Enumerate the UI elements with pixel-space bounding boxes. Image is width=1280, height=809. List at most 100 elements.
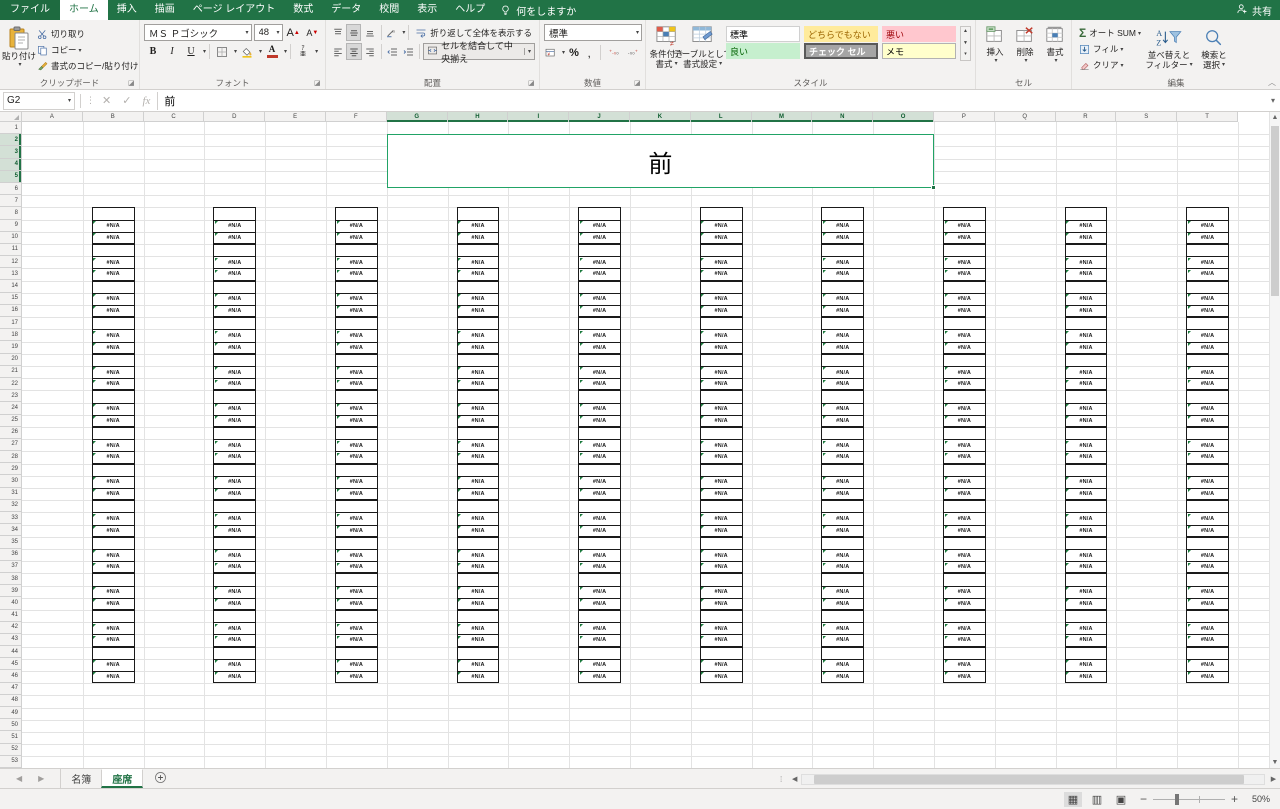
- seat-block[interactable]: #N/A #N/A: [699, 610, 743, 647]
- seat-error-cell[interactable]: #N/A: [578, 304, 621, 318]
- ribbon-tab-4[interactable]: ページ レイアウト: [184, 0, 285, 20]
- seat-name-cell[interactable]: [213, 317, 257, 330]
- seat-block[interactable]: #N/A #N/A: [699, 390, 743, 427]
- seat-block[interactable]: #N/A #N/A: [91, 317, 135, 354]
- seat-block[interactable]: #N/A #N/A: [213, 353, 257, 391]
- seat-error-cell[interactable]: #N/A: [335, 378, 378, 391]
- seat-block[interactable]: #N/A #N/A: [213, 280, 257, 318]
- seat-name-cell[interactable]: [91, 610, 135, 623]
- seat-name-cell[interactable]: [1186, 610, 1229, 623]
- seat-name-cell[interactable]: [578, 317, 621, 330]
- seat-error-cell[interactable]: #N/A: [91, 451, 135, 464]
- ribbon-tab-0[interactable]: ファイル: [0, 0, 60, 20]
- seat-block[interactable]: #N/A #N/A: [1186, 536, 1229, 574]
- seat-name-cell[interactable]: [456, 536, 500, 549]
- seat-name-cell[interactable]: [1064, 427, 1108, 440]
- seat-error-cell[interactable]: #N/A: [91, 378, 135, 391]
- seat-error-cell[interactable]: #N/A: [213, 670, 257, 684]
- seat-error-cell[interactable]: #N/A: [943, 268, 986, 281]
- seat-block[interactable]: #N/A #N/A: [943, 390, 986, 427]
- seat-block[interactable]: #N/A #N/A: [1064, 280, 1108, 318]
- seat-block[interactable]: #N/A #N/A: [578, 353, 621, 391]
- conditional-formatting-chevron-down-icon[interactable]: ▾: [675, 60, 678, 69]
- seat-error-cell[interactable]: #N/A: [821, 268, 865, 281]
- column-header-C[interactable]: C: [144, 112, 205, 122]
- seat-block[interactable]: #N/A #N/A: [91, 646, 135, 684]
- seat-error-cell[interactable]: #N/A: [943, 585, 986, 598]
- row-header-13[interactable]: 13: [0, 268, 21, 281]
- seat-error-cell[interactable]: #N/A: [456, 451, 500, 464]
- row-header-49[interactable]: 49: [0, 707, 21, 720]
- seat-name-cell[interactable]: [578, 390, 621, 403]
- seat-error-cell[interactable]: #N/A: [821, 658, 865, 671]
- seat-error-cell[interactable]: #N/A: [456, 378, 500, 391]
- seat-error-cell[interactable]: #N/A: [213, 231, 257, 244]
- seat-error-cell[interactable]: #N/A: [578, 597, 621, 610]
- seat-block[interactable]: #N/A #N/A: [943, 646, 986, 684]
- seat-error-cell[interactable]: #N/A: [699, 585, 743, 598]
- seat-name-cell[interactable]: [578, 610, 621, 623]
- seat-name-cell[interactable]: [699, 573, 743, 586]
- copy-button[interactable]: コピー ▾: [34, 42, 141, 58]
- horizontal-scrollbar[interactable]: [801, 773, 1265, 785]
- seat-error-cell[interactable]: #N/A: [699, 658, 743, 671]
- seat-error-cell[interactable]: #N/A: [1064, 268, 1108, 281]
- row-header-34[interactable]: 34: [0, 524, 21, 537]
- seat-error-cell[interactable]: #N/A: [91, 341, 135, 354]
- row-header-23[interactable]: 23: [0, 390, 21, 403]
- seat-error-cell[interactable]: #N/A: [335, 670, 378, 684]
- seat-block[interactable]: #N/A #N/A: [821, 244, 865, 281]
- seat-error-cell[interactable]: #N/A: [335, 219, 378, 232]
- seat-name-cell[interactable]: [1186, 427, 1229, 440]
- seat-error-cell[interactable]: #N/A: [699, 670, 743, 684]
- seat-name-cell[interactable]: [943, 207, 986, 220]
- seat-error-cell[interactable]: #N/A: [943, 378, 986, 391]
- seat-error-cell[interactable]: #N/A: [699, 365, 743, 379]
- seat-name-cell[interactable]: [1064, 463, 1108, 476]
- phonetic-chevron-down-icon[interactable]: ▾: [315, 48, 318, 55]
- seat-name-cell[interactable]: [578, 280, 621, 293]
- seat-block[interactable]: #N/A #N/A: [213, 610, 257, 647]
- seat-error-cell[interactable]: #N/A: [456, 414, 500, 427]
- seat-block[interactable]: #N/A #N/A: [456, 573, 500, 610]
- seat-error-cell[interactable]: #N/A: [1064, 231, 1108, 244]
- seat-error-cell[interactable]: #N/A: [456, 670, 500, 684]
- zoom-out-button[interactable]: −: [1140, 792, 1147, 806]
- seat-error-cell[interactable]: #N/A: [1186, 256, 1229, 269]
- seat-block[interactable]: #N/A #N/A: [91, 390, 135, 427]
- seat-error-cell[interactable]: #N/A: [699, 219, 743, 232]
- seat-name-cell[interactable]: [821, 610, 865, 623]
- seat-error-cell[interactable]: #N/A: [821, 622, 865, 635]
- decrease-indent-button[interactable]: [385, 43, 400, 60]
- row-header-17[interactable]: 17: [0, 317, 21, 330]
- seat-error-cell[interactable]: #N/A: [335, 451, 378, 464]
- formula-input[interactable]: 前: [157, 91, 1266, 110]
- seat-name-cell[interactable]: [91, 646, 135, 659]
- seat-error-cell[interactable]: #N/A: [1186, 268, 1229, 281]
- seat-block[interactable]: #N/A #N/A: [213, 317, 257, 354]
- seat-block[interactable]: #N/A #N/A: [1064, 207, 1108, 244]
- seat-block[interactable]: #N/A #N/A: [943, 427, 986, 464]
- row-header-43[interactable]: 43: [0, 634, 21, 647]
- row-header-2[interactable]: 2: [0, 134, 21, 147]
- seat-name-cell[interactable]: [578, 573, 621, 586]
- seat-error-cell[interactable]: #N/A: [1064, 622, 1108, 635]
- name-box-chevron-down-icon[interactable]: ▾: [68, 97, 71, 104]
- seat-block[interactable]: #N/A #N/A: [578, 646, 621, 684]
- seat-name-cell[interactable]: [213, 207, 257, 220]
- borders-button[interactable]: [213, 43, 231, 60]
- share-button[interactable]: 共有: [1236, 0, 1272, 20]
- seat-block[interactable]: #N/A #N/A: [1064, 390, 1108, 427]
- seat-name-cell[interactable]: [821, 244, 865, 257]
- cell-styles-gallery[interactable]: 標準 どちらでもない 悪い 良い チェック セル メモ: [726, 26, 958, 59]
- row-header-45[interactable]: 45: [0, 658, 21, 671]
- column-headers[interactable]: ABCDEFGHIJKLMNOPQRST: [22, 112, 1238, 122]
- seat-error-cell[interactable]: #N/A: [1186, 634, 1229, 647]
- seat-name-cell[interactable]: [1186, 207, 1229, 220]
- seat-name-cell[interactable]: [943, 536, 986, 549]
- seat-name-cell[interactable]: [699, 353, 743, 366]
- seat-block[interactable]: #N/A #N/A: [578, 573, 621, 610]
- seat-error-cell[interactable]: #N/A: [213, 365, 257, 379]
- font-dialog-launcher[interactable]: ◪: [314, 80, 322, 88]
- seat-name-cell[interactable]: [699, 390, 743, 403]
